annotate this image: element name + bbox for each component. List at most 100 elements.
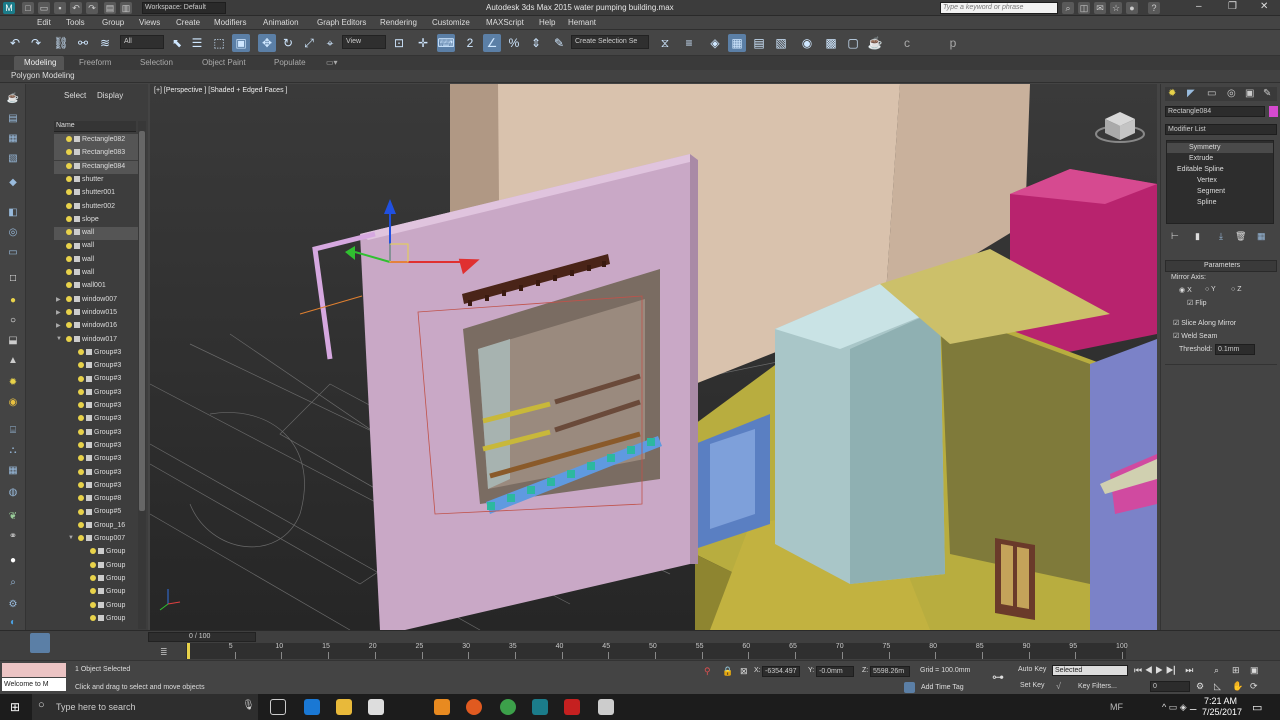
scene-row[interactable]: Group#3 [54, 440, 140, 453]
taskbar-search-box[interactable]: ○ Type here to search 🎙 [32, 694, 258, 720]
bone-filter-icon[interactable]: ▲ [5, 354, 21, 368]
tab-modeling[interactable]: Modeling [24, 58, 56, 67]
flip-checkbox[interactable]: ☑ Flip [1187, 299, 1207, 307]
scene-row[interactable]: Group [54, 600, 140, 613]
visibility-bulb-icon[interactable] [78, 402, 84, 409]
track-bar-menu-icon[interactable]: ≣ [160, 647, 168, 658]
z-coord-field[interactable]: 5598.26m [870, 666, 910, 677]
scene-row[interactable]: Group#3 [54, 387, 140, 400]
globe-icon[interactable]: ◍ [5, 486, 21, 500]
slice-checkbox[interactable]: ☑ Slice Along Mirror [1173, 319, 1236, 327]
visibility-bulb-icon[interactable] [78, 388, 84, 395]
prev-frame-icon[interactable]: ◀ [1145, 665, 1153, 675]
scene-row[interactable]: Group#3 [54, 467, 140, 480]
expand-arrow-icon[interactable]: ▶ [56, 309, 61, 316]
goto-end-icon[interactable]: ⏭ [1185, 665, 1193, 675]
scene-row[interactable]: wall [54, 267, 140, 280]
scene-row[interactable]: Group [54, 586, 140, 599]
maxscript-listener-pink[interactable] [2, 663, 66, 677]
visibility-bulb-icon[interactable] [90, 548, 96, 555]
scene-row[interactable]: shutter001 [54, 187, 140, 200]
create-tab-icon[interactable]: ✹ [1168, 88, 1176, 99]
bind-spacewarp-icon[interactable]: ≋ [96, 34, 114, 52]
absolute-mode-icon[interactable]: ⊠ [740, 666, 748, 677]
open-file-icon[interactable]: ▭ [38, 2, 50, 14]
visibility-bulb-icon[interactable] [66, 322, 72, 329]
axis-x-radio[interactable]: ◉ X [1179, 286, 1192, 294]
menu-edit[interactable]: Edit [37, 18, 51, 27]
snaps-toggle-icon[interactable]: 2 [461, 34, 479, 52]
menu-group[interactable]: Group [102, 18, 124, 27]
visibility-bulb-icon[interactable] [78, 415, 84, 422]
menu-rendering[interactable]: Rendering [380, 18, 417, 27]
chrome-icon[interactable] [500, 699, 516, 715]
visibility-bulb-icon[interactable] [78, 428, 84, 435]
mirror-icon[interactable]: ⧖ [656, 34, 674, 52]
cameras-filter-icon[interactable]: ▭ [5, 246, 21, 260]
select-by-name-icon[interactable]: ☰ [188, 34, 206, 52]
vlc-icon[interactable] [434, 699, 450, 715]
visibility-bulb-icon[interactable] [66, 309, 72, 316]
curve-editor-icon[interactable]: ▤ [750, 34, 768, 52]
save-file-icon[interactable]: ▪ [54, 2, 66, 14]
auto-key-button[interactable]: Auto Key [1018, 666, 1046, 673]
time-slider[interactable]: 0 / 100 [148, 632, 256, 642]
minimize-icon[interactable]: – [1196, 1, 1202, 12]
scene-row[interactable]: Group#3 [54, 427, 140, 440]
scene-column-header[interactable]: Name [54, 121, 136, 132]
select-scale-icon[interactable]: ⤢ [300, 34, 318, 52]
time-marker[interactable] [187, 643, 190, 659]
link-icon[interactable]: ⛓ [52, 34, 70, 52]
file-explorer-icon[interactable] [336, 699, 352, 715]
menu-animation[interactable]: Animation [263, 18, 299, 27]
task-view-icon[interactable] [270, 699, 286, 715]
place-icon[interactable]: ⌖ [321, 34, 339, 52]
keyboard-shortcut-icon[interactable]: ⌨ [437, 34, 455, 52]
visibility-bulb-icon[interactable] [78, 481, 84, 488]
window-crossing-icon[interactable]: ▣ [232, 34, 250, 52]
scene-row[interactable]: Group_16 [54, 520, 140, 533]
show-end-result-icon[interactable]: ▮ [1195, 231, 1200, 242]
visibility-bulb-icon[interactable] [78, 442, 84, 449]
select-object-icon[interactable]: ⬉ [168, 34, 186, 52]
key-mode-dropdown[interactable]: Selected [1052, 665, 1128, 676]
edge-icon[interactable] [304, 699, 320, 715]
scene-row[interactable]: Group [54, 573, 140, 586]
remove-modifier-icon[interactable]: 🗑 [1235, 231, 1246, 242]
scene-row[interactable]: wall [54, 227, 140, 241]
tab-object-paint[interactable]: Object Paint [202, 58, 246, 67]
teapot-icon[interactable]: ☕ [5, 92, 21, 106]
align-icon[interactable]: ≡ [680, 34, 698, 52]
undo-quick-icon[interactable]: ↶ [70, 2, 82, 14]
scene-row[interactable]: Group#3 [54, 400, 140, 413]
rect-selection-icon[interactable]: ⬚ [210, 34, 228, 52]
visibility-bulb-icon[interactable] [66, 162, 72, 169]
key-filters-button[interactable]: Key Filters... [1078, 683, 1117, 690]
nav-zoom-icon[interactable]: ⌕ [1214, 665, 1219, 676]
scene-row[interactable]: Group#3 [54, 480, 140, 493]
nav-extents-icon[interactable]: ▣ [1250, 665, 1259, 676]
visibility-bulb-icon[interactable] [66, 335, 72, 342]
windows-start-icon[interactable]: ⊞ [10, 700, 20, 714]
leaf-icon[interactable]: ❦ [5, 510, 21, 524]
redo-quick-icon[interactable]: ↷ [86, 2, 98, 14]
visibility-bulb-icon[interactable] [78, 495, 84, 502]
configure-sets-icon[interactable]: ▦ [1257, 231, 1266, 242]
scene-row[interactable]: Rectangle082 [54, 134, 140, 147]
maxscript-mini-listener[interactable]: Welcome to M [2, 678, 66, 691]
tree-icon[interactable]: ⛬ [5, 444, 21, 458]
shapes-filter-icon[interactable]: ◧ [5, 206, 21, 220]
expand-arrow-icon[interactable]: ▼ [56, 336, 62, 342]
goto-start-icon[interactable]: ⏮ [1134, 665, 1142, 675]
photos-icon[interactable] [598, 699, 614, 715]
pin-stack-icon[interactable]: ⊢ [1171, 231, 1179, 242]
visibility-bulb-icon[interactable] [66, 189, 72, 196]
display-filter-icon[interactable]: □ [5, 272, 21, 286]
stack-item-segment[interactable]: Segment [1167, 187, 1273, 197]
menu-customize[interactable]: Customize [432, 18, 470, 27]
expand-arrow-icon[interactable]: ▶ [56, 296, 61, 303]
axis-y-radio[interactable]: ○ Y [1205, 286, 1216, 293]
visibility-bulb-icon[interactable] [66, 215, 72, 222]
play-icon[interactable]: ▶ [1155, 665, 1163, 675]
visibility-bulb-icon[interactable] [78, 455, 84, 462]
